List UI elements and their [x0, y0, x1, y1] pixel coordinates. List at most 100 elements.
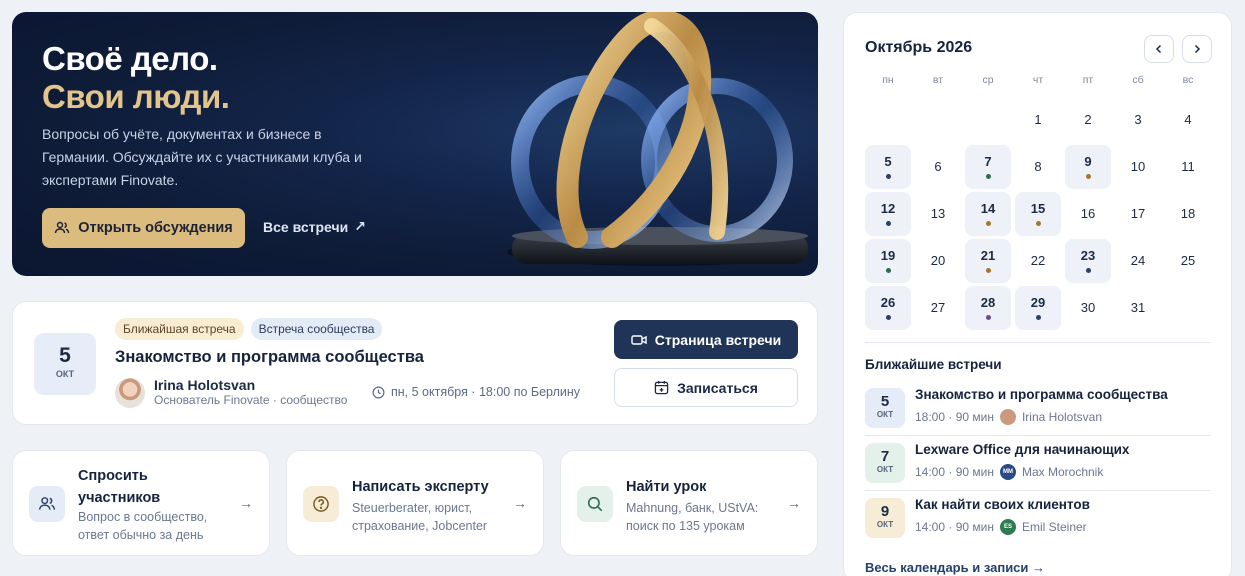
write-expert-card[interactable]: Написать эксперту Steuerberater, юрист, …	[286, 450, 544, 556]
calendar-day-number: 6	[934, 159, 942, 174]
meeting-date-number: 5	[59, 344, 71, 367]
calendar-day[interactable]: 25	[1165, 239, 1211, 283]
calendar-day[interactable]: 10	[1115, 145, 1161, 189]
calendar-day[interactable]: 17	[1115, 192, 1161, 236]
upcoming-date-month: ОКТ	[876, 410, 894, 419]
prev-month-button[interactable]	[1144, 35, 1174, 63]
calendar-day[interactable]: 18	[1165, 192, 1211, 236]
calendar-day-number: 16	[1080, 206, 1096, 221]
upcoming-host-name: Max Morochnik	[1021, 465, 1104, 479]
calendar-day[interactable]: 23	[1065, 239, 1111, 283]
calendar-day-number: 25	[1180, 253, 1196, 268]
calendar-day[interactable]: 29	[1015, 286, 1061, 330]
meeting-page-button[interactable]: Страница встречи	[614, 320, 798, 359]
calendar-add-icon	[654, 380, 669, 395]
calendar-day[interactable]: 21	[965, 239, 1011, 283]
calendar-day[interactable]: 22	[1015, 239, 1061, 283]
event-dot	[1085, 268, 1091, 273]
event-dot	[985, 221, 991, 226]
calendar-day[interactable]: 24	[1115, 239, 1161, 283]
upcoming-host-name: Irina Holotsvan	[1021, 410, 1103, 424]
calendar-day[interactable]: 8	[1015, 145, 1061, 189]
upcoming-item[interactable]: 7 ОКТ Lexware Office для начинающих 14:00 ·…	[865, 440, 1211, 488]
all-meetings-link[interactable]: Все встречи ↗	[263, 218, 366, 235]
upcoming-date-month: ОКТ	[876, 520, 894, 529]
calendar-day[interactable]: 13	[915, 192, 961, 236]
divider	[865, 435, 1211, 436]
calendar-day[interactable]: 6	[915, 145, 961, 189]
meeting-time-text: пн, 5 октября · 18:00 по Берлину	[391, 385, 581, 399]
video-camera-icon	[631, 334, 647, 345]
action-description: Mahnung, банк, UStVA: поиск по 135 урока…	[626, 501, 759, 533]
calendar-day-number: 19	[880, 248, 896, 263]
calendar-day[interactable]: 2	[1065, 98, 1111, 142]
full-calendar-link[interactable]: Весь календарь и записи →	[865, 560, 1045, 575]
upcoming-item[interactable]: 9 ОКТ Как найти своих клиентов 14:00 · 90 м…	[865, 495, 1211, 543]
upcoming-meta: 14:00 · 90 мин ES Emil Steiner	[915, 519, 1087, 535]
calendar-day[interactable]: 14	[965, 192, 1011, 236]
arrow-right-icon: →	[239, 495, 253, 511]
calendar-day-number: 1	[1034, 112, 1042, 127]
upcoming-time: 14:00 · 90 мин	[915, 465, 994, 479]
calendar-day[interactable]: 31	[1115, 286, 1161, 330]
tag-community-meeting: Встреча сообщества	[250, 318, 383, 340]
calendar-day[interactable]: 30	[1065, 286, 1111, 330]
meeting-date-badge: 5 ОКТ	[34, 333, 96, 395]
signup-button[interactable]: Записаться	[614, 368, 798, 407]
calendar-day-number: 22	[1030, 253, 1046, 268]
calendar-day[interactable]: 27	[915, 286, 961, 330]
signup-label: Записаться	[677, 379, 758, 396]
calendar-day[interactable]: 12	[865, 192, 911, 236]
action-title: Спросить участников	[78, 468, 161, 506]
weekday-label: чт	[1032, 74, 1044, 86]
search-icon	[577, 486, 613, 522]
calendar-day-number: 20	[930, 253, 946, 268]
upcoming-host-name: Emil Steiner	[1021, 520, 1087, 534]
calendar-day-number: 12	[880, 201, 896, 216]
upcoming-date-number: 9	[880, 503, 890, 520]
calendar-day[interactable]: 9	[1065, 145, 1111, 189]
upcoming-host-avatar: MM	[999, 464, 1016, 480]
hero-description: Вопросы об учёте, документах и бизнесе в…	[42, 126, 362, 188]
host-avatar	[115, 377, 145, 408]
calendar-day[interactable]: 26	[865, 286, 911, 330]
find-lesson-card[interactable]: Найти урок Mahnung, банк, UStVA: поиск п…	[560, 450, 818, 556]
calendar-day[interactable]: 16	[1065, 192, 1111, 236]
calendar-day-number: 30	[1080, 300, 1096, 315]
divider	[865, 490, 1211, 491]
next-month-button[interactable]	[1182, 35, 1212, 63]
calendar-day-number: 31	[1130, 300, 1146, 315]
meeting-title: Знакомство и программа сообщества	[115, 348, 424, 366]
host-role: Основатель Finovate · сообщество	[154, 393, 348, 407]
action-title: Найти урок	[626, 479, 707, 495]
calendar-day-number: 26	[880, 295, 896, 310]
calendar-day[interactable]: 20	[915, 239, 961, 283]
calendar-day-number: 17	[1130, 206, 1146, 221]
calendar-day[interactable]: 4	[1165, 98, 1211, 142]
users-icon	[29, 486, 65, 522]
ask-members-card[interactable]: Спросить участников Вопрос в сообщество,…	[12, 450, 270, 556]
calendar-panel: Октябрь 2026 пн вт ср чт пт сб вс 1 2 3 4 5 6 7 8 9 10 1…	[843, 12, 1232, 576]
calendar-day[interactable]: 3	[1115, 98, 1161, 142]
upcoming-title: Как найти своих клиентов	[915, 497, 1090, 512]
calendar-day[interactable]: 11	[1165, 145, 1211, 189]
calendar-day-number: 10	[1130, 159, 1146, 174]
calendar-day[interactable]: 28	[965, 286, 1011, 330]
chevron-right-icon	[1194, 44, 1201, 54]
calendar-day[interactable]: 15	[1015, 192, 1061, 236]
upcoming-heading: Ближайшие встречи	[865, 357, 1002, 372]
upcoming-item[interactable]: 5 ОКТ Знакомство и программа сообщества 18:…	[865, 385, 1211, 433]
calendar-day[interactable]: 1	[1015, 98, 1061, 142]
calendar-day[interactable]: 7	[965, 145, 1011, 189]
calendar-day[interactable]: 19	[865, 239, 911, 283]
open-discussions-button[interactable]: Открыть обсуждения	[42, 208, 245, 248]
host-name: Irina Holotsvan	[154, 377, 256, 393]
upcoming-host-avatar: ES	[999, 519, 1016, 535]
arrow-right-icon: →	[1032, 560, 1046, 575]
meeting-page-label: Страница встречи	[654, 331, 782, 348]
arrow-right-icon: →	[787, 495, 801, 511]
arrow-up-right-icon: ↗	[354, 218, 366, 234]
calendar-day-number: 13	[930, 206, 946, 221]
calendar-day[interactable]: 5	[865, 145, 911, 189]
calendar-day-number: 9	[1084, 154, 1092, 169]
